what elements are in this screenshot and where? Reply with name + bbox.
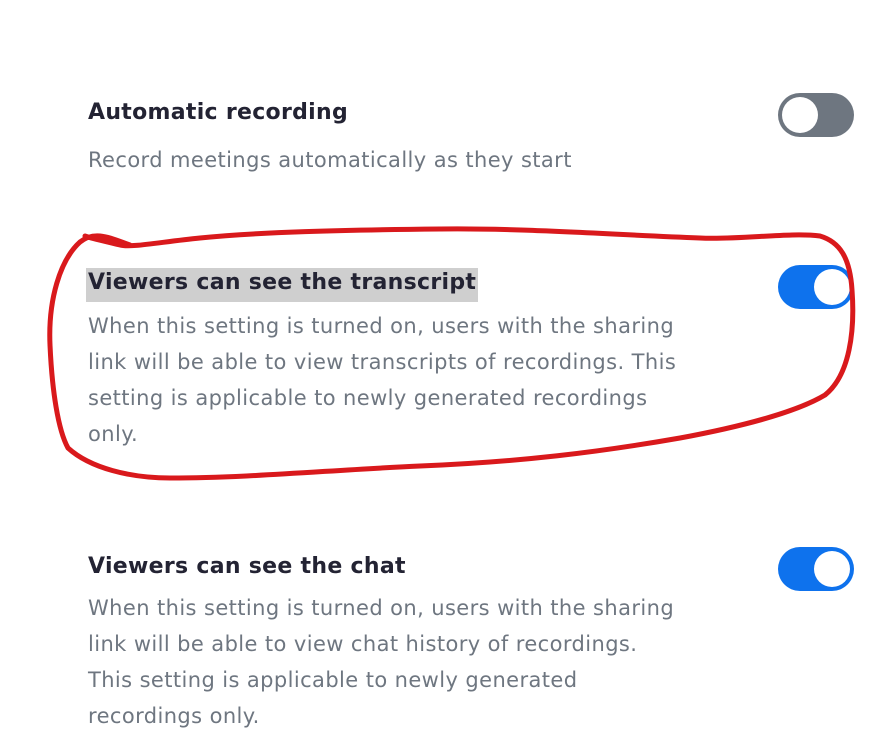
toggle-knob xyxy=(782,97,818,133)
setting-viewers-transcript: Viewers can see the transcript When this… xyxy=(86,268,788,452)
toggle-knob xyxy=(814,551,850,587)
setting-title: Automatic recording xyxy=(88,100,349,125)
setting-description: When this setting is turned on, users wi… xyxy=(88,314,677,446)
setting-viewers-chat: Viewers can see the chat When this setti… xyxy=(88,552,788,734)
setting-automatic-recording: Automatic recording Record meetings auto… xyxy=(88,98,788,178)
toggle-knob xyxy=(814,269,850,305)
setting-title: Viewers can see the transcript xyxy=(86,268,479,302)
automatic-recording-toggle[interactable] xyxy=(778,93,854,137)
viewers-chat-toggle[interactable] xyxy=(778,547,854,591)
setting-description: Record meetings automatically as they st… xyxy=(88,148,572,172)
setting-title: Viewers can see the chat xyxy=(88,554,406,579)
setting-description: When this setting is turned on, users wi… xyxy=(88,596,675,728)
viewers-transcript-toggle[interactable] xyxy=(778,265,854,309)
